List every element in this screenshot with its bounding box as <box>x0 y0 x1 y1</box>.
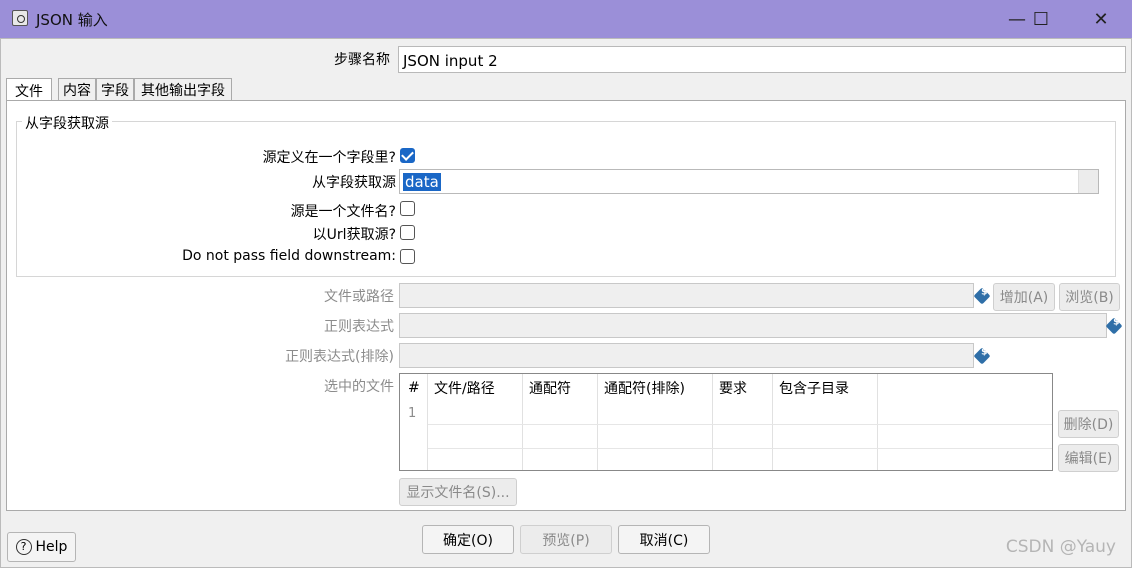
column-divider <box>427 374 428 470</box>
source-field-value: data <box>403 173 441 191</box>
do-not-pass-field-checkbox[interactable] <box>400 249 415 264</box>
column-divider <box>772 374 773 470</box>
do-not-pass-field-label: Do not pass field downstream: <box>182 248 396 264</box>
maximize-button[interactable]: ☐ <box>1018 0 1064 38</box>
source-from-url-label: 以Url获取源? <box>312 227 396 243</box>
close-button[interactable]: ✕ <box>1078 0 1124 38</box>
watermark: CSDN @Yauy <box>1005 537 1116 557</box>
row-divider <box>428 448 1052 449</box>
source-in-field-checkbox[interactable] <box>400 148 415 163</box>
help-label: Help <box>35 539 68 555</box>
source-is-filename-label: 源是一个文件名? <box>290 204 396 220</box>
table-header-wildcard-exclude[interactable]: 通配符(排除) <box>598 374 713 402</box>
regex-exclude-label: 正则表达式(排除) <box>285 349 394 365</box>
tab-fields[interactable]: 字段 <box>96 78 134 101</box>
source-field-select[interactable]: data <box>399 169 1099 194</box>
selected-files-label: 选中的文件 <box>324 379 394 395</box>
column-divider <box>522 374 523 470</box>
ok-button[interactable]: 确定(O) <box>422 525 514 554</box>
row-divider <box>428 424 1052 425</box>
step-name-label: 步骤名称 <box>334 52 390 68</box>
app-icon <box>12 10 28 26</box>
add-button[interactable]: 增加(A) <box>993 283 1055 311</box>
source-in-field-label: 源定义在一个字段里? <box>262 150 396 166</box>
regex-exclude-input[interactable] <box>399 343 974 368</box>
title-bar[interactable] <box>0 0 1132 38</box>
delete-button[interactable]: 删除(D) <box>1058 410 1119 438</box>
column-divider <box>597 374 598 470</box>
table-header-index[interactable]: # <box>400 374 428 402</box>
table-header-required[interactable]: 要求 <box>713 374 773 402</box>
cancel-button[interactable]: 取消(C) <box>618 525 710 554</box>
show-filenames-button[interactable]: 显示文件名(S)... <box>399 478 517 506</box>
help-button[interactable]: ? Help <box>7 532 76 562</box>
tab-content[interactable]: 内容 <box>58 78 96 101</box>
preview-button[interactable]: 预览(P) <box>520 525 612 554</box>
dropdown-arrow[interactable] <box>1078 170 1098 193</box>
column-divider <box>712 374 713 470</box>
file-or-dir-input[interactable] <box>399 283 974 308</box>
table-header-wildcard[interactable]: 通配符 <box>523 374 598 402</box>
regex-input[interactable] <box>399 313 1107 338</box>
selected-files-table[interactable]: # 文件/路径 通配符 通配符(排除) 要求 包含子目录 1 <box>399 373 1053 471</box>
column-divider <box>877 374 878 470</box>
browse-button[interactable]: 浏览(B) <box>1059 283 1120 311</box>
table-row-number: 1 <box>408 406 417 421</box>
group-title: 从字段获取源 <box>22 113 112 133</box>
source-from-url-checkbox[interactable] <box>400 225 415 240</box>
help-icon: ? <box>15 539 32 555</box>
window-title: JSON 输入 <box>36 11 108 29</box>
edit-button[interactable]: 编辑(E) <box>1058 444 1119 472</box>
file-or-dir-label: 文件或路径 <box>324 289 394 305</box>
source-is-filename-checkbox[interactable] <box>400 201 415 216</box>
tab-additional-output-fields[interactable]: 其他输出字段 <box>134 78 232 101</box>
step-name-input[interactable]: JSON input 2 <box>398 46 1126 73</box>
table-header-include-subfolders[interactable]: 包含子目录 <box>773 374 878 402</box>
regex-label: 正则表达式 <box>324 319 394 335</box>
tab-file[interactable]: 文件 <box>6 78 52 102</box>
get-source-from-field-label: 从字段获取源 <box>312 175 396 191</box>
table-header-file[interactable]: 文件/路径 <box>428 374 523 402</box>
